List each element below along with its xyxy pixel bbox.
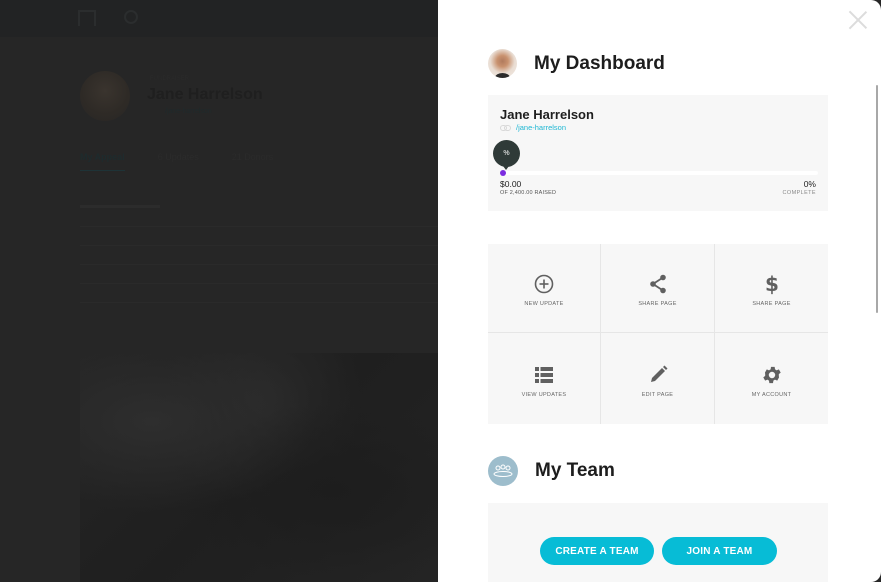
profile-slug-link[interactable]: /jane-harrelson: [516, 123, 566, 132]
action-label: SHARE PAGE: [638, 301, 677, 307]
team-card: CREATE A TEAM JOIN A TEAM: [488, 503, 828, 582]
background-top-bar: [0, 0, 440, 37]
team-header: My Team: [488, 456, 615, 486]
pencil-icon: [647, 364, 669, 386]
dashboard-title: My Dashboard: [534, 52, 665, 74]
background-profile-label: FUNDRAISER: [150, 76, 190, 82]
dollar-icon: $: [761, 273, 783, 295]
percent-bubble: %: [493, 140, 520, 170]
link-icon: [500, 125, 511, 131]
action-label: MY ACCOUNT: [751, 391, 792, 398]
profile-card: Jane Harrelson /jane-harrelson % $0.00 O…: [488, 95, 828, 211]
background-tab-donors: 21 Donors: [231, 152, 274, 162]
raised-amount: $0.00: [500, 179, 522, 189]
progress-bar: [500, 170, 818, 176]
home-icon: [78, 10, 96, 26]
action-label: VIEW UPDATES: [521, 391, 567, 398]
create-team-button[interactable]: CREATE A TEAM: [540, 537, 654, 565]
background-line: [80, 226, 440, 227]
background-profile-slug: /jane-harrelson: [165, 108, 212, 115]
share-page-button[interactable]: SHARE PAGE: [601, 244, 715, 333]
svg-text:$: $: [765, 273, 779, 295]
team-title: My Team: [535, 460, 615, 481]
background-line: [80, 283, 440, 284]
profile-link-row: /jane-harrelson: [500, 123, 566, 132]
list-icon: [533, 364, 555, 386]
share-icon: [647, 273, 669, 295]
background-tabs: My Appeal 6 Updates 21 Donors: [80, 152, 273, 171]
background-profile-name: Jane Harrelson: [147, 86, 263, 103]
panel-scrollbar[interactable]: [876, 85, 878, 313]
complete-value: 0%: [803, 179, 816, 189]
background-line: [80, 264, 440, 265]
share-page-donate-button[interactable]: $ SHARE PAGE: [715, 244, 828, 333]
background-tab-my-appeal: My Appeal: [80, 152, 125, 171]
action-label: SHARE PAGE: [752, 301, 791, 307]
gear-icon: [761, 364, 783, 386]
action-label: NEW UPDATE: [524, 301, 564, 307]
user-avatar: [488, 49, 517, 78]
background-content-lines: [80, 205, 440, 321]
search-icon: [124, 10, 138, 24]
background-avatar: [80, 71, 130, 121]
background-line: [80, 245, 440, 246]
join-team-button[interactable]: JOIN A TEAM: [662, 537, 777, 565]
edit-page-button[interactable]: EDIT PAGE: [601, 333, 715, 424]
viewport: FUNDRAISER Jane Harrelson /jane-harrelso…: [0, 0, 881, 582]
background-line: [80, 302, 440, 303]
profile-name: Jane Harrelson: [500, 107, 594, 122]
close-icon[interactable]: [848, 10, 868, 30]
complete-label: COMPLETE: [782, 190, 816, 196]
background-hero-image: [80, 353, 440, 582]
action-grid: NEW UPDATE SHARE PAGE $ SHARE PAGE VIEW …: [488, 244, 828, 424]
raised-label: OF 2,400.00 RAISED: [500, 190, 557, 196]
background-tab-updates: 6 Updates: [157, 152, 199, 162]
team-icon: [488, 456, 518, 486]
view-updates-button[interactable]: VIEW UPDATES: [488, 333, 601, 424]
progress-indicator: [500, 170, 506, 176]
new-update-button[interactable]: NEW UPDATE: [488, 244, 601, 333]
dashboard-header: My Dashboard: [488, 49, 665, 78]
plus-circle-icon: [533, 273, 555, 295]
my-account-button[interactable]: MY ACCOUNT: [715, 333, 828, 424]
action-label: EDIT PAGE: [641, 391, 674, 398]
background-line: [80, 205, 160, 208]
